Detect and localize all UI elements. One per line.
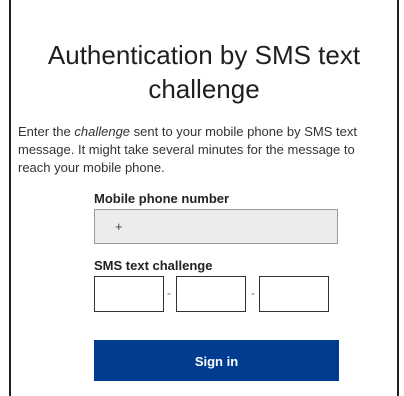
sign-in-button[interactable]: Sign in <box>94 340 339 381</box>
instructions-prefix: Enter the <box>18 124 75 139</box>
page-title: Authentication by SMS text challenge <box>47 40 361 104</box>
mobile-phone-label: Mobile phone number <box>94 191 230 206</box>
mobile-phone-field: + <box>94 209 338 244</box>
instructions-emphasis: challenge <box>74 124 131 139</box>
sms-challenge-input-3[interactable] <box>259 276 329 312</box>
instructions-text: Enter the challenge sent to your mobile … <box>18 123 390 177</box>
sms-separator-1: - <box>167 286 171 300</box>
sms-challenge-input-2[interactable] <box>176 276 246 312</box>
sms-challenge-label: SMS text challenge <box>94 258 213 273</box>
sms-challenge-input-1[interactable] <box>94 276 164 312</box>
authentication-panel: Authentication by SMS text challenge Ent… <box>9 0 399 396</box>
sms-separator-2: - <box>251 286 255 300</box>
